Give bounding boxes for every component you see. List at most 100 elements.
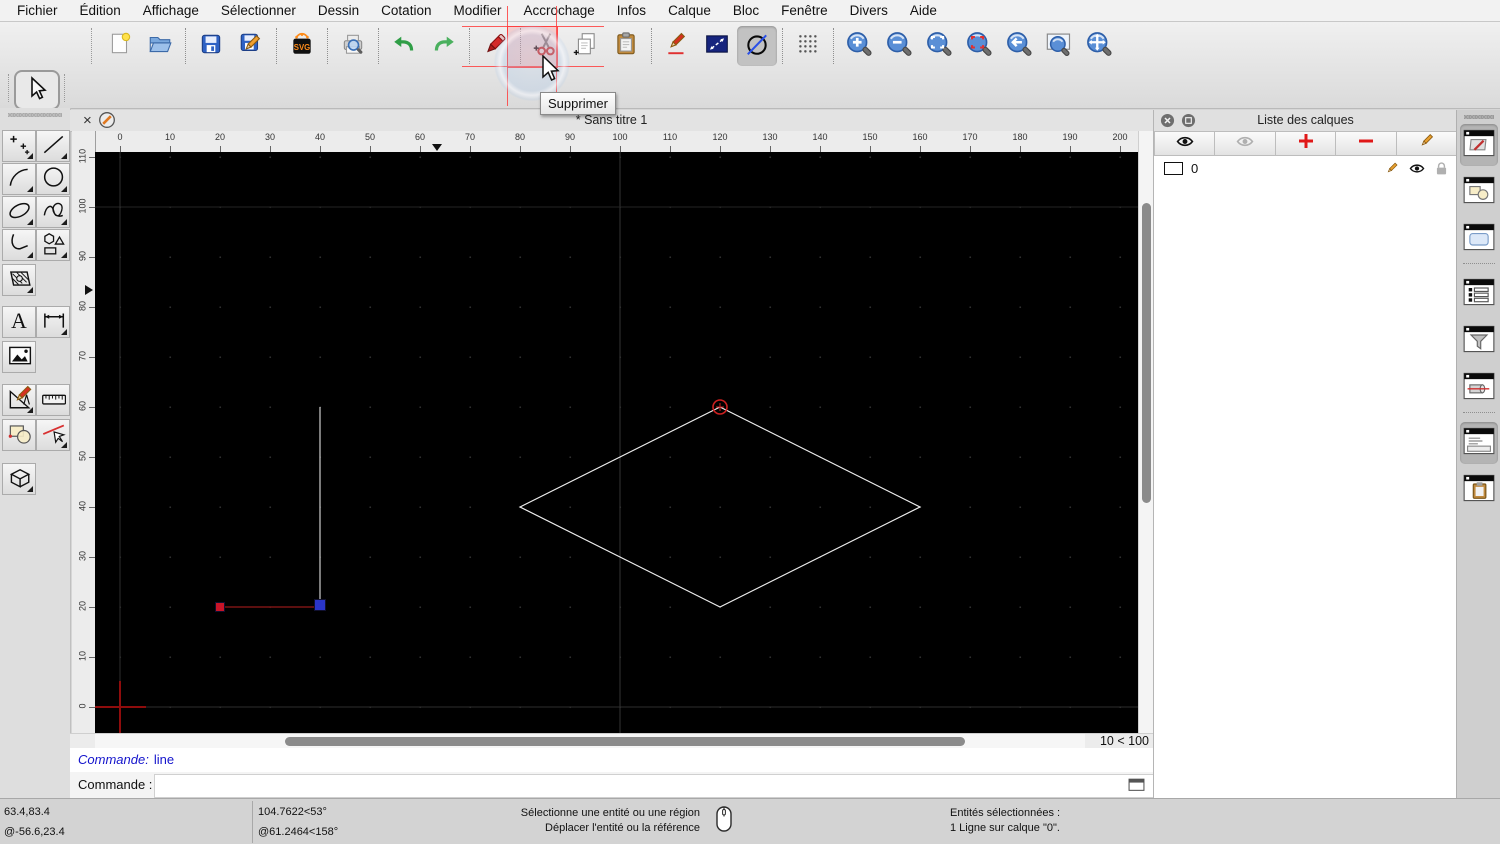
absolute-coordinates: 63.4,83.4 xyxy=(4,806,50,818)
tool-dimension-button[interactable] xyxy=(36,306,70,338)
layer-visibility-icon[interactable] xyxy=(1408,161,1426,176)
menu-divers[interactable]: Divers xyxy=(839,0,899,22)
svg-export-button[interactable]: SVG xyxy=(282,26,322,66)
menu-selectionner[interactable]: Sélectionner xyxy=(210,0,307,22)
library-window-button[interactable] xyxy=(1460,218,1498,260)
zoom-previous-button[interactable] xyxy=(999,26,1039,66)
tool-polygon-shapes-button[interactable] xyxy=(36,229,70,261)
menu-fichier[interactable]: Fichier xyxy=(6,0,69,22)
zoom-window-button[interactable] xyxy=(1039,26,1079,66)
dock-bar xyxy=(1456,110,1500,798)
zoom-selected-button[interactable] xyxy=(959,26,999,66)
command-input[interactable] xyxy=(154,774,1200,798)
layer-color-swatch[interactable] xyxy=(1164,162,1183,175)
layer-lock-icon[interactable] xyxy=(1434,161,1449,176)
horizontal-scrollbar[interactable] xyxy=(95,734,1085,749)
h-ruler-label: 80 xyxy=(515,132,525,142)
edit-layer-button[interactable] xyxy=(1397,131,1457,156)
tool-blocks-button[interactable] xyxy=(2,419,36,451)
save-button[interactable] xyxy=(191,26,231,66)
tool-text-button[interactable]: A xyxy=(2,306,36,338)
drawing-canvas[interactable] xyxy=(95,152,1138,733)
zoom-in-button[interactable] xyxy=(839,26,879,66)
grid-toggle-button[interactable] xyxy=(788,26,828,66)
clipboard-window-button[interactable] xyxy=(1460,469,1498,511)
tool-spline-button[interactable] xyxy=(36,196,70,228)
tool-hatch-button[interactable] xyxy=(2,264,36,296)
command-window-button[interactable] xyxy=(1460,422,1498,464)
menu-fenetre[interactable]: Fenêtre xyxy=(770,0,839,22)
blocks-window-button[interactable] xyxy=(1460,171,1498,213)
hide-all-layers-button[interactable] xyxy=(1215,131,1275,156)
layer-row[interactable]: 0 xyxy=(1154,157,1457,179)
menu-bloc[interactable]: Bloc xyxy=(722,0,770,22)
draft-mode-button[interactable] xyxy=(737,26,777,66)
v-ruler-label: 20 xyxy=(78,596,88,617)
zoom-pan-button[interactable] xyxy=(1079,26,1119,66)
toolbar-separator xyxy=(651,28,652,64)
menu-edition[interactable]: Édition xyxy=(69,0,132,22)
menu-cotation[interactable]: Cotation xyxy=(370,0,442,22)
command-expand-icon[interactable] xyxy=(1128,777,1145,795)
menu-calque[interactable]: Calque xyxy=(657,0,722,22)
measurement-window-button[interactable] xyxy=(1460,367,1498,409)
menu-accrochage[interactable]: Accrochage xyxy=(512,0,605,22)
selection-arrow-button[interactable] xyxy=(14,70,60,110)
undo-icon xyxy=(391,31,417,62)
tool-solid-3d-button[interactable] xyxy=(2,463,36,495)
open-file-button[interactable] xyxy=(140,26,180,66)
filter-window-button[interactable] xyxy=(1460,320,1498,362)
menu-infos[interactable]: Infos xyxy=(606,0,657,22)
vertical-scrollbar-thumb[interactable] xyxy=(1142,203,1151,503)
menu-dessin[interactable]: Dessin xyxy=(307,0,370,22)
paste-button[interactable] xyxy=(606,26,646,66)
remove-layer-icon xyxy=(1357,132,1375,155)
menu-affichage[interactable]: Affichage xyxy=(132,0,210,22)
line-attributes-button[interactable] xyxy=(697,26,737,66)
tool-image-button[interactable] xyxy=(2,341,36,373)
tool-measure-button[interactable] xyxy=(36,384,70,416)
redo-button[interactable] xyxy=(424,26,464,66)
add-layer-button[interactable] xyxy=(1276,131,1336,156)
toolbar-grip[interactable] xyxy=(64,74,65,102)
menu-aide[interactable]: Aide xyxy=(899,0,948,22)
modify-icon xyxy=(6,385,32,416)
tool-circle-button[interactable] xyxy=(36,163,70,195)
polar-relative: @61.2464<158° xyxy=(258,826,338,838)
print-preview-button[interactable] xyxy=(333,26,373,66)
layers-window-button[interactable] xyxy=(1460,124,1498,166)
tool-modify-button[interactable] xyxy=(2,384,36,416)
entity-list-window-button[interactable] xyxy=(1460,273,1498,315)
copy-button[interactable] xyxy=(566,26,606,66)
h-ruler-label: 40 xyxy=(315,132,325,142)
tool-arc-button[interactable] xyxy=(2,163,36,195)
pen-attributes-button[interactable] xyxy=(657,26,697,66)
undo-button[interactable] xyxy=(384,26,424,66)
tool-select-entity-button[interactable] xyxy=(36,419,70,451)
toolbar-grip[interactable] xyxy=(91,28,97,64)
tool-line-button[interactable] xyxy=(36,130,70,162)
line-attributes-icon xyxy=(704,31,730,62)
palette-grip[interactable] xyxy=(8,113,62,117)
vertical-scrollbar[interactable] xyxy=(1138,131,1154,733)
tool-polyline-button[interactable] xyxy=(2,229,36,261)
toolbar-grip[interactable] xyxy=(8,74,9,102)
remove-layer-button[interactable] xyxy=(1336,131,1396,156)
points-icon xyxy=(6,131,32,162)
vertical-ruler: 0102030405060708090100110 xyxy=(72,131,96,733)
menu-modifier[interactable]: Modifier xyxy=(442,0,512,22)
show-all-layers-button[interactable] xyxy=(1154,131,1215,156)
v-ruler-label: 10 xyxy=(78,646,88,667)
tool-ellipse-button[interactable] xyxy=(2,196,36,228)
tool-points-button[interactable] xyxy=(2,130,36,162)
zoom-auto-button[interactable] xyxy=(919,26,959,66)
save-as-button[interactable] xyxy=(231,26,271,66)
horizontal-scrollbar-thumb[interactable] xyxy=(285,737,965,746)
save-icon xyxy=(198,31,224,62)
measurement-window-icon xyxy=(1463,372,1495,405)
zoom-out-button[interactable] xyxy=(879,26,919,66)
v-ruler-label: 30 xyxy=(78,546,88,567)
layer-edit-icon[interactable] xyxy=(1383,160,1400,177)
new-document-button[interactable] xyxy=(100,26,140,66)
dock-grip[interactable] xyxy=(1464,115,1494,119)
